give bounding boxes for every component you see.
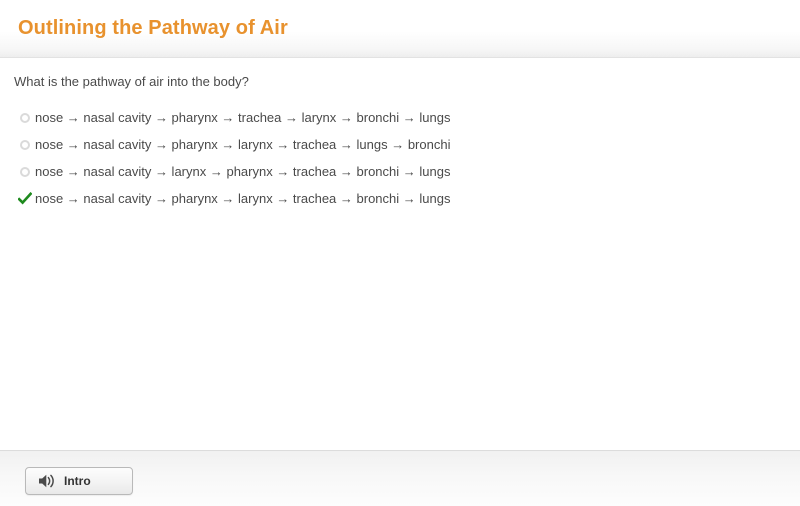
- question-text: What is the pathway of air into the body…: [14, 74, 249, 89]
- intro-button-label: Intro: [64, 474, 91, 488]
- answer-option-label: nose → nasal cavity → pharynx → larynx →…: [35, 137, 451, 152]
- quiz-content: What is the pathway of air into the body…: [0, 58, 800, 450]
- speaker-icon: [39, 474, 54, 488]
- green-check-icon[interactable]: [14, 188, 36, 210]
- answer-option-label: nose → nasal cavity → pharynx → trachea …: [35, 110, 451, 125]
- radio-unchecked-icon[interactable]: [14, 161, 36, 183]
- answer-option-4[interactable]: nose → nasal cavity → pharynx → larynx →…: [14, 185, 774, 212]
- page-title: Outlining the Pathway of Air: [18, 17, 288, 39]
- answer-option-2[interactable]: nose → nasal cavity → pharynx → larynx →…: [14, 131, 774, 158]
- radio-unchecked-icon[interactable]: [14, 134, 36, 156]
- answer-option-1[interactable]: nose → nasal cavity → pharynx → trachea …: [14, 104, 774, 131]
- radio-unchecked-icon[interactable]: [14, 107, 36, 129]
- answer-options-list: nose → nasal cavity → pharynx → trachea …: [14, 104, 774, 212]
- page-header: Outlining the Pathway of Air: [0, 0, 800, 58]
- answer-option-3[interactable]: nose → nasal cavity → larynx → pharynx →…: [14, 158, 774, 185]
- answer-option-label: nose → nasal cavity → pharynx → larynx →…: [35, 191, 451, 206]
- page-footer: Intro: [0, 450, 800, 506]
- intro-audio-button[interactable]: Intro: [25, 467, 133, 495]
- answer-option-label: nose → nasal cavity → larynx → pharynx →…: [35, 164, 451, 179]
